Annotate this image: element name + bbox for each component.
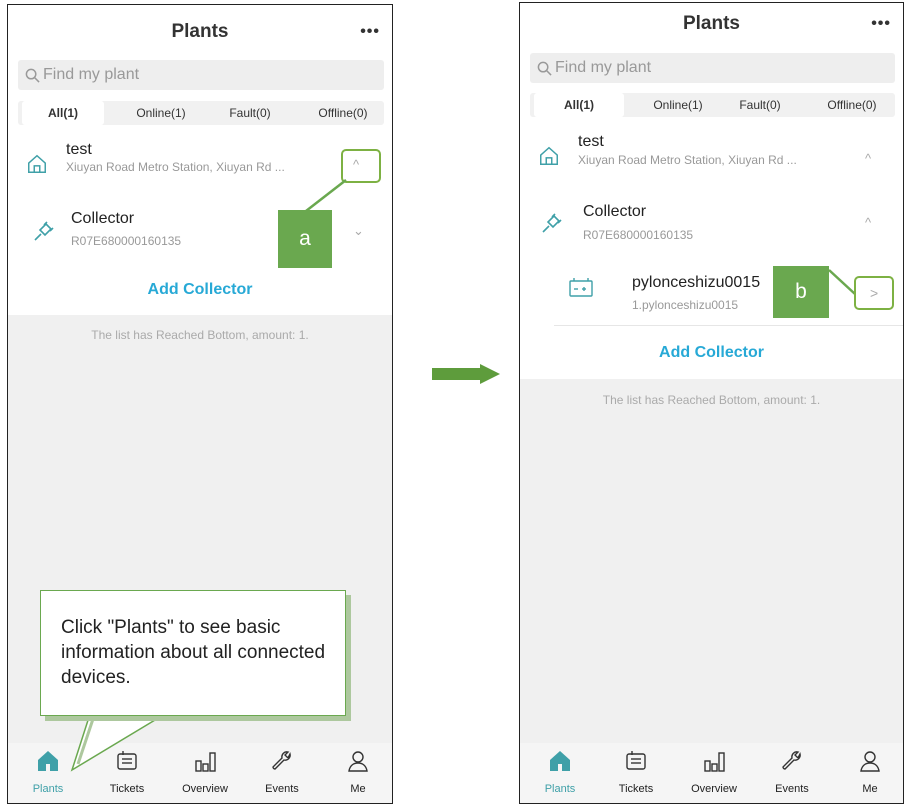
- page-title: Plants: [682, 13, 741, 34]
- more-menu-button[interactable]: •••: [871, 15, 891, 33]
- user-icon: [348, 751, 368, 772]
- row-divider: [554, 325, 903, 326]
- more-menu-button[interactable]: •••: [360, 23, 380, 41]
- filter-fault[interactable]: Fault(0): [220, 101, 280, 125]
- user-icon: [860, 751, 880, 772]
- plants-panel: Plants ••• Find my plant All(1) Online(1…: [8, 5, 392, 315]
- ticket-icon: [626, 751, 646, 770]
- tab-label: Events: [775, 783, 809, 795]
- annotation-label-a: a: [278, 210, 332, 268]
- plant-name[interactable]: test: [578, 133, 604, 151]
- bottom-tab-bar: Plants Tickets Overview Events Me: [520, 743, 903, 803]
- search-input[interactable]: Find my plant: [530, 53, 895, 83]
- home-icon: [38, 751, 58, 771]
- filter-online[interactable]: Online(1): [643, 93, 713, 117]
- home-icon: [28, 154, 46, 173]
- collector-expand-chevron[interactable]: ⌄: [353, 223, 364, 239]
- tab-label: Plants: [32, 783, 64, 795]
- home-icon: [540, 146, 558, 165]
- tab-events[interactable]: Events: [762, 743, 822, 803]
- tab-label: Plants: [544, 783, 576, 795]
- callout-text: Click "Plants" to see basic information …: [61, 617, 326, 688]
- tab-label: Events: [265, 783, 299, 795]
- tab-label: Me: [350, 783, 366, 795]
- wrench-icon: [782, 751, 801, 770]
- plug-icon: [542, 213, 562, 233]
- page-title: Plants: [171, 21, 229, 42]
- collector-name[interactable]: Collector: [71, 210, 134, 228]
- list-end-text: The list has Reached Bottom, amount: 1.: [602, 393, 821, 407]
- status-filter-bar: All(1) Online(1) Fault(0) Offline(0): [18, 101, 384, 125]
- battery-icon: [569, 278, 593, 297]
- wrench-icon: [272, 751, 291, 770]
- device-subtitle: 1.pylonceshizu0015: [632, 298, 739, 312]
- search-input[interactable]: Find my plant: [18, 60, 384, 90]
- add-collector-link[interactable]: Add Collector: [8, 281, 392, 299]
- collector-serial: R07E680000160135: [71, 234, 182, 248]
- right-arrow-icon: [432, 364, 500, 384]
- collector-name[interactable]: Collector: [583, 203, 646, 221]
- collector-collapse-chevron[interactable]: ^: [865, 215, 871, 230]
- plants-panel: Plants ••• Find my plant All(1) Online(1…: [520, 3, 903, 379]
- plug-icon: [34, 221, 54, 241]
- search-placeholder: Find my plant: [43, 66, 140, 83]
- tab-plants[interactable]: Plants: [530, 743, 590, 803]
- filter-online[interactable]: Online(1): [126, 101, 196, 125]
- plant-address: Xiuyan Road Metro Station, Xiuyan Rd ...: [578, 153, 797, 167]
- tab-label: Tickets: [618, 783, 654, 795]
- filter-offline[interactable]: Offline(0): [308, 101, 378, 125]
- tab-me[interactable]: Me: [840, 743, 900, 803]
- tab-label: Tickets: [109, 783, 145, 795]
- tab-label: Overview: [691, 783, 737, 795]
- tab-tickets[interactable]: Tickets: [606, 743, 666, 803]
- tab-label: Overview: [182, 783, 228, 795]
- plant-address: Xiuyan Road Metro Station, Xiuyan Rd ...: [66, 160, 285, 174]
- status-filter-bar: All(1) Online(1) Fault(0) Offline(0): [530, 93, 895, 117]
- callout-pointer: [70, 713, 166, 772]
- collector-serial: R07E680000160135: [583, 228, 694, 242]
- tab-me[interactable]: Me: [328, 743, 388, 803]
- filter-all[interactable]: All(1): [22, 101, 104, 125]
- tab-overview[interactable]: Overview: [684, 743, 744, 803]
- filter-fault[interactable]: Fault(0): [730, 93, 790, 117]
- annotation-leader-line: [305, 179, 347, 212]
- search-icon: [537, 61, 552, 76]
- plant-name[interactable]: test: [66, 141, 92, 159]
- tab-label: Me: [862, 783, 878, 795]
- annotation-label-b: b: [773, 266, 829, 318]
- callout-box: Click "Plants" to see basic information …: [40, 590, 346, 716]
- device-name[interactable]: pylonceshizu0015: [632, 274, 760, 292]
- tab-plants[interactable]: Plants: [18, 743, 78, 803]
- highlight-box-b: [854, 276, 894, 310]
- filter-all[interactable]: All(1): [534, 93, 624, 117]
- list-end-text: The list has Reached Bottom, amount: 1.: [91, 328, 309, 342]
- tab-events[interactable]: Events: [252, 743, 312, 803]
- phone-screen-after: Plants ••• Find my plant All(1) Online(1…: [519, 2, 904, 804]
- bottom-tab-bar: Plants Tickets Overview Events Me: [8, 743, 392, 803]
- add-collector-link[interactable]: Add Collector: [520, 344, 903, 362]
- plant-collapse-chevron[interactable]: ^: [865, 151, 871, 166]
- search-placeholder: Find my plant: [555, 59, 652, 76]
- bar-chart-icon: [704, 752, 725, 772]
- filter-offline[interactable]: Offline(0): [817, 93, 887, 117]
- home-icon: [550, 751, 570, 771]
- search-icon: [25, 68, 40, 83]
- bar-chart-icon: [195, 752, 216, 772]
